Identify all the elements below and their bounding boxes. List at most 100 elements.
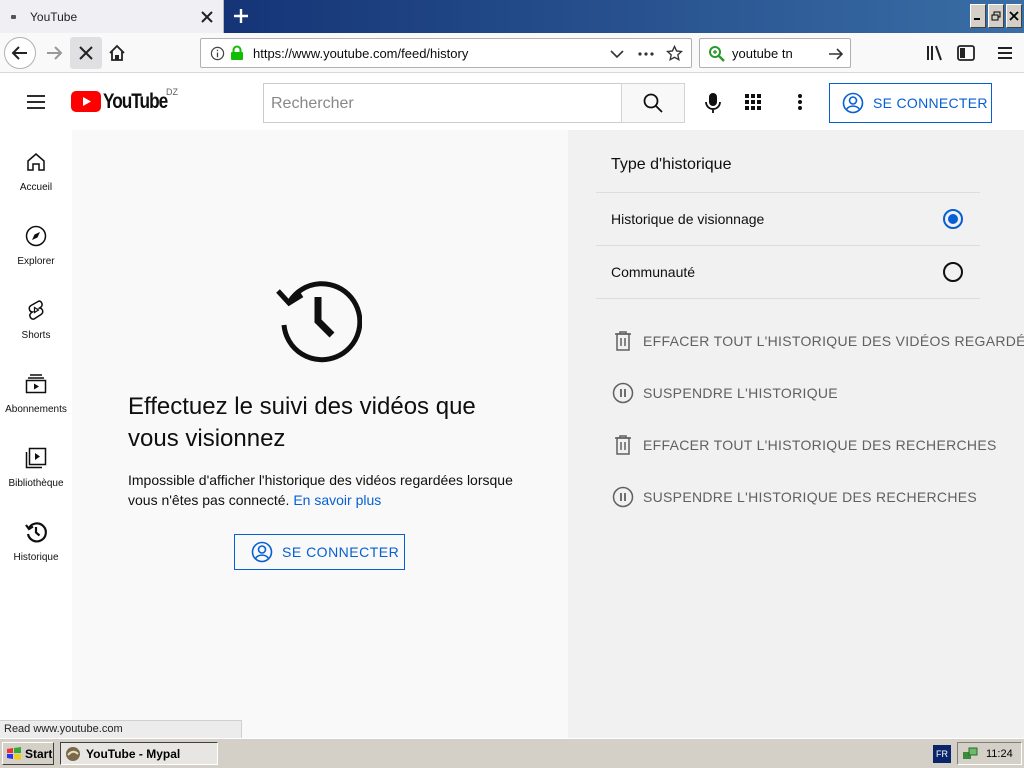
guide-menu-icon[interactable] [25,91,47,113]
sidebar-item-label: Shorts [21,330,51,341]
system-tray: 11:24 [957,742,1022,765]
sidebar-item-label: Accueil [19,182,53,193]
history-large-icon [276,281,362,363]
sidebar-item-shorts[interactable]: Shorts [0,278,72,352]
browser-tab-youtube[interactable]: YouTube [0,0,224,33]
history-option-label: Communauté [611,264,696,280]
search-placeholder: Rechercher [271,95,354,112]
sidebar-item-bibliotheque[interactable]: Bibliothèque [0,426,72,500]
region-code: DZ [166,87,178,97]
shorts-icon [28,300,44,320]
action-label: EFFACER TOUT L'HISTORIQUE DES VIDÉOS REG… [643,333,1024,349]
browser-title-bar: YouTube [0,0,1024,33]
radio-unselected-icon[interactable] [943,262,963,282]
url-text: https://www.youtube.com/feed/history [253,46,469,61]
compass-icon [25,225,47,247]
sidebar-item-label: Explorer [17,256,55,267]
mypal-app-icon [66,746,80,761]
account-circle-icon [251,541,273,563]
library-books-icon[interactable] [925,43,945,63]
sidebar-toggle-icon[interactable] [956,43,976,63]
sidebar-item-label: Bibliothèque [8,478,64,489]
history-option-watch[interactable]: Historique de visionnage [596,192,980,245]
hamburger-menu-icon[interactable] [995,43,1015,63]
sidebar-item-abonnements[interactable]: Abonnements [0,352,72,426]
subscriptions-icon [25,374,47,394]
forward-button[interactable] [38,37,70,69]
minimize-window-button[interactable] [970,4,986,28]
action-label: SUSPENDRE L'HISTORIQUE [643,385,838,401]
radio-selected-icon[interactable] [943,209,963,229]
language-indicator[interactable]: FR [933,745,951,763]
back-arrow-icon [11,46,27,60]
taskbar-item-label: YouTube - Mypal [86,746,181,761]
close-tab-icon[interactable] [199,9,215,25]
info-icon[interactable] [210,46,225,61]
bookmark-star-icon[interactable] [666,45,683,62]
tab-title: YouTube [30,10,78,24]
start-button[interactable]: Start [2,742,54,765]
account-circle-icon [842,92,864,114]
search-engine-icon [709,46,725,62]
home-icon [109,44,125,61]
clock: 11:24 [986,747,1013,760]
history-option-community[interactable]: Communauté [596,245,980,298]
sidebar-item-label: Abonnements [5,404,67,415]
settings-more-icon[interactable] [797,93,803,111]
windows-logo-icon [7,746,21,760]
youtube-search-button[interactable] [621,83,685,123]
library-icon [25,447,47,469]
youtube-search-input[interactable]: Rechercher [263,83,622,123]
apps-grid-icon[interactable] [744,93,762,111]
pause-icon [612,486,634,508]
header-sign-in-label: SE CONNECTER [873,95,988,111]
taskbar-item-mypal[interactable]: YouTube - Mypal [60,742,218,765]
action-label: EFFACER TOUT L'HISTORIQUE DES RECHERCHES [643,437,997,453]
youtube-header: YouTube DZ Rechercher SE CONNECTER [0,74,1024,130]
back-button[interactable] [4,37,36,69]
sidebar-item-label: Historique [13,552,59,563]
learn-more-link[interactable]: En savoir plus [293,492,381,508]
page-actions-more-icon[interactable] [638,52,654,56]
url-bar[interactable]: https://www.youtube.com/feed/history [200,38,692,68]
close-window-button[interactable] [1006,4,1022,28]
tab-favicon-icon [11,15,16,19]
stop-x-icon [79,46,93,60]
page-description: Impossible d'afficher l'historique des v… [128,470,528,510]
sidebar-item-historique[interactable]: Historique [0,500,72,574]
restore-window-button[interactable] [988,4,1004,28]
sidebar-item-accueil[interactable]: Accueil [0,130,72,204]
browser-search-query: youtube tn [732,46,793,61]
history-type-panel: Type d'historique Historique de visionna… [568,130,1024,738]
trash-icon [615,331,631,351]
sidebar-item-explorer[interactable]: Explorer [0,204,72,278]
chevron-down-icon[interactable] [610,49,624,59]
main-sign-in-button[interactable]: SE CONNECTER [234,534,405,570]
search-go-arrow-icon[interactable] [828,46,844,62]
pause-icon [612,382,634,404]
browser-status-text: Read www.youtube.com [0,720,242,738]
home-button[interactable] [101,37,133,69]
stop-loading-button[interactable] [70,37,102,69]
browser-search-bar[interactable]: youtube tn [699,38,851,68]
youtube-logo-text[interactable]: YouTube [103,90,168,114]
trash-icon [615,435,631,455]
new-tab-plus-icon[interactable] [229,5,253,27]
home-icon [27,153,45,171]
history-option-label: Historique de visionnage [611,211,765,227]
lock-icon [231,45,243,60]
network-tray-icon[interactable] [962,746,978,762]
panel-divider [596,298,980,299]
windows-taskbar: Start YouTube - Mypal FR 11:24 [0,738,1024,768]
start-label: Start [25,746,53,761]
mini-guide-sidebar: Accueil Explorer Shorts Abonnements Bibl… [0,130,72,738]
microphone-icon[interactable] [704,92,722,114]
youtube-logo-icon[interactable] [71,91,101,112]
history-icon [25,522,47,543]
search-icon [643,93,663,113]
header-sign-in-button[interactable]: SE CONNECTER [829,83,992,123]
action-label: SUSPENDRE L'HISTORIQUE DES RECHERCHES [643,489,978,505]
forward-arrow-icon [47,46,63,60]
navigation-toolbar: https://www.youtube.com/feed/history you… [0,33,1024,73]
history-type-title: Type d'historique [611,156,732,173]
